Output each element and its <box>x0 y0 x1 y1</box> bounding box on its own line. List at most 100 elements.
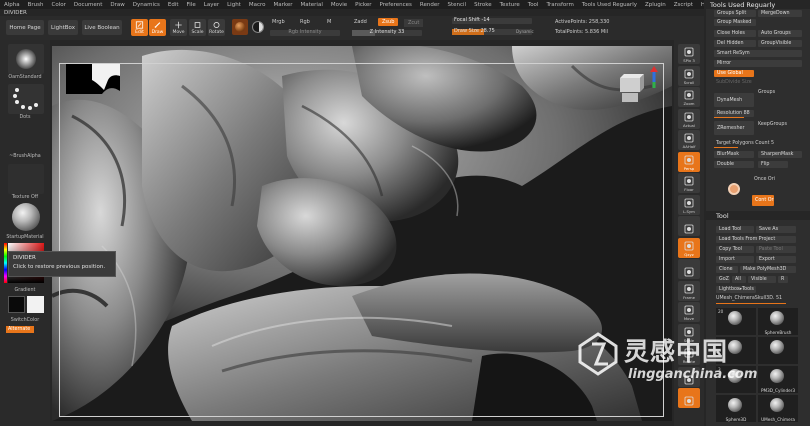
rgb-toggle[interactable]: Rgb <box>300 19 310 25</box>
cont-ori-button[interactable]: Cont Ori <box>752 195 774 206</box>
menu-tools-used-reguarly[interactable]: Tools Used Reguarly <box>582 2 637 8</box>
menu-texture[interactable]: Texture <box>500 2 520 8</box>
auto-groups-button[interactable]: Auto Groups <box>758 30 802 37</box>
brush-alpha-thumb[interactable] <box>8 124 44 154</box>
double-button[interactable]: Double <box>714 161 754 168</box>
tool-thumb-0[interactable]: 20 <box>716 308 756 335</box>
tool-thumb-5[interactable]: PM3D_Cylinder3 <box>758 366 798 393</box>
zcut-toggle[interactable]: Zcut <box>404 19 424 27</box>
alpha-thumb[interactable] <box>8 44 44 74</box>
load-tool-button[interactable]: Load Tool <box>716 226 754 233</box>
right-shelf-button-3[interactable]: Actual <box>678 108 700 129</box>
target-polygons-slider[interactable]: Target Polygons Count 5 <box>716 141 774 146</box>
sharpen-mask-button[interactable]: SharpenMask <box>758 151 802 158</box>
menu-macro[interactable]: Macro <box>249 2 266 8</box>
menu-document[interactable]: Document <box>74 2 103 8</box>
menu-render[interactable]: Render <box>420 2 440 8</box>
menu-transform[interactable]: Transform <box>546 2 573 8</box>
document-canvas[interactable] <box>52 46 672 421</box>
merge-down-button[interactable]: MergeDown <box>758 10 802 17</box>
current-tool-slider[interactable]: UMesh_ChimeraSkull3D. 51 <box>716 296 782 301</box>
menu-dynamics[interactable]: Dynamics <box>133 2 160 8</box>
navigation-cube-icon[interactable] <box>614 64 664 104</box>
save-as-button[interactable]: Save As <box>756 226 796 233</box>
menu-alpha[interactable]: Alpha <box>4 2 20 8</box>
zsub-toggle[interactable]: Zsub <box>378 18 399 26</box>
once-ori-button[interactable]: Once Ori <box>754 177 775 182</box>
menu-picker[interactable]: Picker <box>355 2 371 8</box>
material-thumb[interactable] <box>8 202 44 232</box>
lightbox-tools-button[interactable]: Lightbox▸Tools <box>716 286 756 293</box>
menu-zplugin[interactable]: Zplugin <box>645 2 666 8</box>
del-hidden-button[interactable]: Del Hidden <box>714 40 756 47</box>
alternate-button[interactable]: Alternate <box>6 326 34 333</box>
right-shelf-button-10[interactable] <box>678 259 700 279</box>
lightbox-button[interactable]: LightBox <box>48 20 78 35</box>
import-button[interactable]: Import <box>716 256 754 263</box>
tools-used-regularly-title[interactable]: Tools Used Reguarly <box>706 0 810 9</box>
tool-thumb-7[interactable]: UMesh_Chimera <box>758 395 798 422</box>
secondary-color-swatch[interactable] <box>27 296 44 313</box>
flip-button[interactable]: Flip <box>758 161 788 168</box>
main-color-swatch[interactable] <box>8 296 25 313</box>
make-polymesh-button[interactable]: Make PolyMesh3D <box>740 266 796 273</box>
menu-color[interactable]: Color <box>52 2 66 8</box>
menu-file[interactable]: File <box>187 2 196 8</box>
right-shelf-button-14[interactable]: Rotate <box>678 345 700 365</box>
right-shelf-button-5[interactable]: Persp <box>678 151 700 172</box>
export-button[interactable]: Export <box>756 256 796 263</box>
zremesher-button[interactable]: ZRemesher <box>714 121 754 135</box>
tool-thumb-2[interactable] <box>716 337 756 364</box>
group-visible-button[interactable]: GroupVisible <box>758 40 802 47</box>
tool-thumb-6[interactable]: Sphere3D <box>716 395 756 422</box>
move-mode-button[interactable]: Move <box>170 19 187 36</box>
dynamic-toggle[interactable]: Dynamic <box>516 29 534 34</box>
right-shelf-button-11[interactable]: Frame <box>678 280 700 301</box>
right-shelf-button-12[interactable]: Move <box>678 302 700 322</box>
copy-tool-button[interactable]: Copy Tool <box>716 246 754 253</box>
switch-color-button[interactable]: SwitchColor <box>0 318 50 323</box>
keep-groups-toggle[interactable]: KeepGroups <box>758 122 787 127</box>
tool-thumb-3[interactable] <box>758 337 798 364</box>
right-shelf-button-0[interactable]: SPix 3 <box>678 44 700 64</box>
tool-thumb-1[interactable]: SphereBrush <box>758 308 798 335</box>
menu-edit[interactable]: Edit <box>168 2 179 8</box>
right-shelf-button-2[interactable]: Zoom <box>678 87 700 107</box>
menu-draw[interactable]: Draw <box>110 2 124 8</box>
groups-toggle[interactable]: Groups <box>758 90 775 95</box>
goz-button[interactable]: GoZ <box>716 276 730 283</box>
color-picker-icon[interactable] <box>252 21 264 33</box>
rgb-intensity-slider[interactable]: Rgb Intensity <box>270 29 340 36</box>
resolution-slider[interactable]: Resolution 88 <box>714 110 754 117</box>
right-shelf-button-15[interactable] <box>678 366 700 387</box>
edit-mode-button[interactable]: Edit <box>131 19 148 36</box>
stroke-thumb[interactable] <box>8 84 44 114</box>
smart-resym-button[interactable]: Smart ReSym <box>714 50 802 57</box>
group-masked-button[interactable]: Group Masked <box>714 19 756 26</box>
rotate-mode-button[interactable]: Rotate <box>208 19 225 36</box>
menu-preferences[interactable]: Preferences <box>380 2 412 8</box>
z-intensity-slider[interactable]: Z Intensity 33 <box>352 29 422 36</box>
live-boolean-button[interactable]: Live Boolean <box>82 20 122 35</box>
menu-light[interactable]: Light <box>227 2 241 8</box>
right-shelf-button-6[interactable]: Floor <box>678 173 700 193</box>
right-shelf-button-16[interactable] <box>678 388 700 408</box>
tool-thumb-4[interactable]: 3 <box>716 366 756 393</box>
hue-strip[interactable] <box>4 243 7 283</box>
menu-tool[interactable]: Tool <box>528 2 539 8</box>
r-button[interactable]: R <box>778 276 788 283</box>
dynamesh-button[interactable]: DynaMesh <box>714 93 754 107</box>
menu-help[interactable]: Help <box>701 2 704 8</box>
tool-palette-title[interactable]: Tool <box>706 211 810 220</box>
menu-stroke[interactable]: Stroke <box>474 2 492 8</box>
clone-button[interactable]: Clone <box>716 266 738 273</box>
right-shelf-button-13[interactable]: Scale <box>678 323 700 344</box>
menu-layer[interactable]: Layer <box>204 2 219 8</box>
scale-mode-button[interactable]: Scale <box>189 19 206 36</box>
menu-zscript[interactable]: Zscript <box>674 2 693 8</box>
close-holes-button[interactable]: Close Holes <box>714 30 756 37</box>
blur-mask-button[interactable]: BlurMask <box>714 151 754 158</box>
texture-thumb[interactable] <box>8 164 44 194</box>
draw-mode-button[interactable]: Draw <box>149 19 166 36</box>
mirror-button[interactable]: Mirror <box>714 60 802 67</box>
